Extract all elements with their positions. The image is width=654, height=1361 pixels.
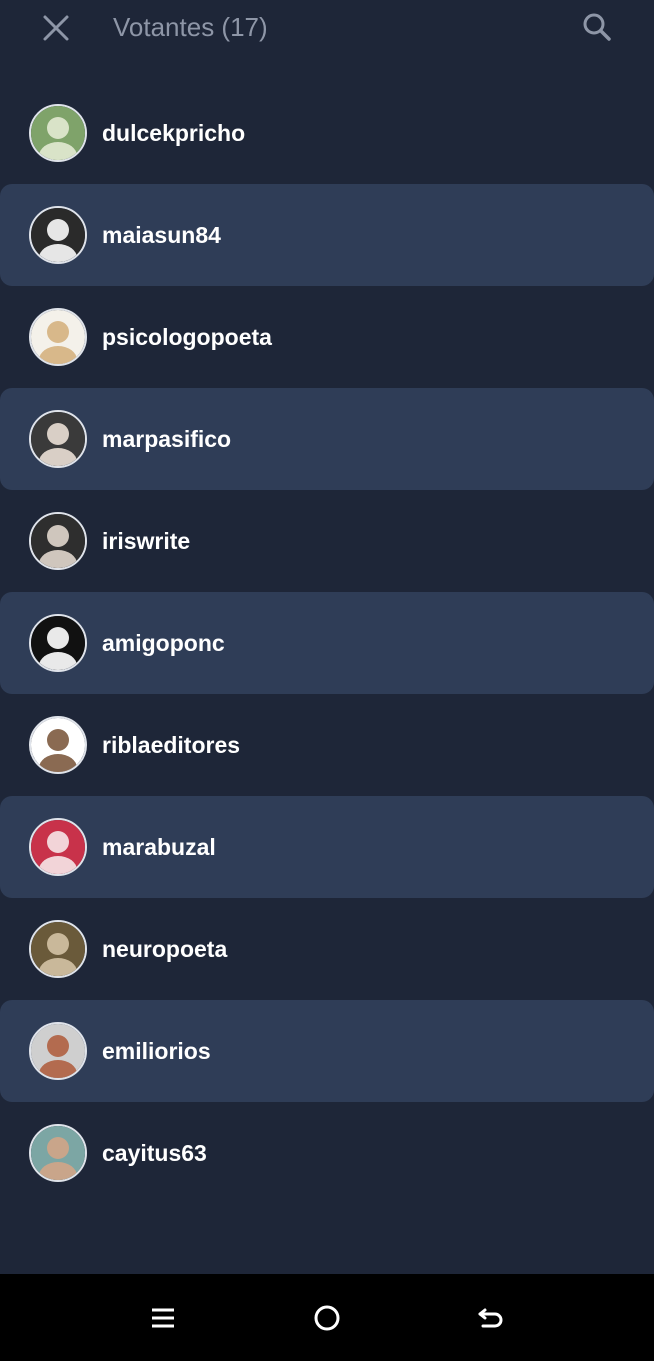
voter-row[interactable]: riblaeditores [0,694,654,796]
avatar[interactable] [29,614,87,672]
avatar[interactable] [29,716,87,774]
back-icon [478,1308,503,1328]
avatar-image [31,514,85,568]
avatar-image [31,1024,85,1078]
voter-username[interactable]: marpasifico [102,425,231,453]
voter-row[interactable]: dulcekpricho [0,82,654,184]
recents-icon [152,1308,174,1328]
avatar-image [31,1126,85,1180]
avatar[interactable] [29,206,87,264]
voter-username[interactable]: emiliorios [102,1037,211,1065]
avatar[interactable] [29,308,87,366]
voter-row[interactable]: amigoponc [0,592,654,694]
search-icon [583,13,611,41]
avatar[interactable] [29,512,87,570]
voter-row[interactable]: neuropoeta [0,898,654,1000]
voter-row[interactable]: iriswrite [0,490,654,592]
voter-username[interactable]: cayitus63 [102,1139,207,1167]
avatar-image [31,412,85,466]
system-nav-bar [0,1274,654,1361]
home-button[interactable] [303,1294,351,1342]
avatar[interactable] [29,410,87,468]
voter-row[interactable]: marabuzal [0,796,654,898]
voter-username[interactable]: maiasun84 [102,221,221,249]
avatar[interactable] [29,818,87,876]
voter-username[interactable]: riblaeditores [102,731,240,759]
voter-username[interactable]: amigoponc [102,629,225,657]
avatar[interactable] [29,1124,87,1182]
avatar-image [31,922,85,976]
back-button[interactable] [467,1294,515,1342]
voter-username[interactable]: dulcekpricho [102,119,245,147]
recents-button[interactable] [139,1294,187,1342]
voter-row[interactable]: emiliorios [0,1000,654,1102]
close-icon [43,15,69,41]
page-title: Votantes (17) [113,12,268,42]
avatar[interactable] [29,920,87,978]
home-icon [314,1305,340,1331]
avatar-image [31,310,85,364]
search-button[interactable] [576,6,618,48]
avatar-image [31,106,85,160]
avatar-image [31,820,85,874]
voter-username[interactable]: marabuzal [102,833,216,861]
voter-username[interactable]: neuropoeta [102,935,227,963]
voter-row[interactable]: marpasifico [0,388,654,490]
close-button[interactable] [36,8,76,48]
avatar-image [31,718,85,772]
voter-row[interactable]: cayitus63 [0,1102,654,1204]
avatar[interactable] [29,104,87,162]
avatar-image [31,208,85,262]
voter-username[interactable]: iriswrite [102,527,190,555]
header-bar: Votantes (17) [0,0,654,56]
voters-screen: Votantes (17) dulcekpricho maiasun84 psico… [0,0,654,1361]
voters-list: dulcekpricho maiasun84 psicologopoeta marpa… [0,82,654,1204]
avatar[interactable] [29,1022,87,1080]
voter-row[interactable]: maiasun84 [0,184,654,286]
avatar-image [31,616,85,670]
voter-username[interactable]: psicologopoeta [102,323,272,351]
voter-row[interactable]: psicologopoeta [0,286,654,388]
